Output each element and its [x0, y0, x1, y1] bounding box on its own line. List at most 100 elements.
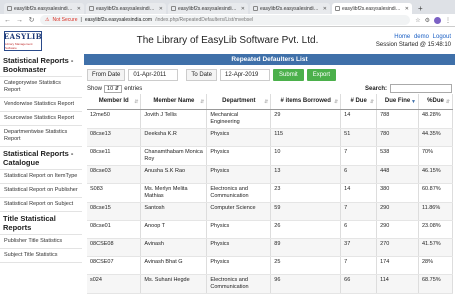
table-row[interactable]: S083 Ms. Merlyn Melita Mathias Electronics… — [87, 183, 454, 203]
column-header[interactable]: %Due ⇵ — [418, 94, 454, 110]
favicon-icon — [7, 6, 12, 11]
table-row[interactable]: s024 Ms. Suhani Hegde Electronics and Comm… — [87, 274, 454, 294]
tab-title: easylibf2s.easysalesindia.com — [96, 5, 157, 12]
table-cell: Physics — [206, 256, 272, 275]
table-cell: Physics — [206, 165, 272, 184]
favicon-icon — [171, 6, 176, 11]
table-cell: 08cse15 — [87, 202, 142, 221]
tab-title: easylibf2s.easysalesindia.com — [342, 5, 403, 12]
to-date-input[interactable]: 12-Apr-2019 — [220, 69, 271, 81]
close-icon[interactable]: ✕ — [241, 6, 245, 12]
table-cell: Ms. Merlyn Melita Mathias — [140, 183, 208, 203]
sidebar-heading: Title Statistical Reports — [3, 214, 56, 232]
table-row[interactable]: 08CSE07 Avinash Bhat G Physics 25 7 174 28% — [87, 256, 454, 275]
table-cell: 14 — [340, 109, 378, 129]
browser-tab[interactable]: easylibf2s.easysalesindia.com ✕ — [250, 3, 330, 14]
search-input[interactable] — [390, 84, 452, 93]
star-icon[interactable]: ☆ — [415, 17, 420, 24]
new-tab-button[interactable]: + — [414, 3, 427, 14]
table-row[interactable]: 08cse01 Anoop T Physics 26 6 290 23.08% — [87, 220, 454, 239]
table-row[interactable]: 08cse11 Chanamthabam Monica Roy Physics 10 7… — [87, 146, 454, 166]
table-cell: 48.28% — [418, 109, 454, 129]
back-icon[interactable]: ← — [4, 17, 11, 24]
export-button[interactable]: Export — [306, 69, 337, 81]
table-row[interactable]: 08cse13 Deeksha K.R Physics 115 51 780 44.35% — [87, 128, 454, 147]
column-header[interactable]: Member Id ⇵ — [87, 94, 142, 110]
table-cell: Mechanical Engineering — [206, 109, 272, 129]
column-header[interactable]: Member Name ⇵ — [140, 94, 208, 110]
table-cell: Physics — [206, 146, 272, 166]
column-header-label: Member Id — [98, 98, 129, 105]
from-date-input[interactable]: 01-Apr-2011 — [128, 69, 179, 81]
browser-tab[interactable]: easylibf2s.easysalesindia.com ✕ — [86, 3, 166, 14]
sidebar-item[interactable]: Statistical Report on Subject — [0, 197, 82, 212]
table-cell: 60.87% — [418, 183, 454, 203]
sidebar-item[interactable]: Statistical Report on Publisher — [0, 183, 82, 197]
sidebar: Statistical Reports - Bookmaster Category… — [0, 54, 82, 305]
table-cell: 115 — [270, 128, 342, 147]
extension-icon[interactable]: ⚙ — [425, 17, 430, 24]
forward-icon[interactable]: → — [16, 17, 23, 24]
sidebar-item[interactable]: Categorywise Statistics Report — [0, 76, 82, 97]
table-cell: Chanamthabam Monica Roy — [140, 146, 208, 166]
sidebar-item[interactable]: Statistical Report on ItemType — [0, 169, 82, 183]
entries-select[interactable]: 10 ⇵ — [104, 84, 123, 93]
table-row[interactable]: 08CSE08 Avinash Physics 89 37 270 41.57% — [87, 238, 454, 257]
table-row[interactable]: 08cse03 Anusha S.K Rao Physics 13 6 448 46.15% — [87, 165, 454, 184]
table-cell: 12me50 — [87, 109, 142, 129]
column-header[interactable]: Department ⇵ — [206, 94, 272, 110]
logout-link[interactable]: Logout — [433, 34, 451, 40]
sidebar-item[interactable]: Subject Title Statistics — [0, 248, 82, 263]
sidebar-item[interactable]: Publisher Title Statistics — [0, 234, 82, 248]
column-header[interactable]: Due Fine ▼ — [376, 94, 419, 110]
close-icon[interactable]: ✕ — [159, 6, 163, 12]
table-row[interactable]: 08cse15 Santosh Computer Science 59 7 290 11.8… — [87, 202, 454, 221]
table-cell: 26 — [270, 220, 342, 239]
table-cell: Physics — [206, 128, 272, 147]
table-cell: 114 — [376, 274, 419, 294]
sort-icon: ⇵ — [333, 99, 339, 105]
close-icon[interactable]: ✕ — [77, 6, 81, 12]
table-cell: 08cse01 — [87, 220, 142, 239]
sidebar-item[interactable]: Vendorwise Statistics Report — [0, 97, 82, 111]
table-cell: 14 — [340, 183, 378, 203]
to-date-label: To Date — [186, 69, 218, 81]
search-label: Search: — [364, 85, 387, 92]
close-icon[interactable]: ✕ — [323, 6, 327, 12]
reload-icon[interactable]: ↻ — [28, 16, 35, 24]
close-icon[interactable]: ✕ — [405, 6, 409, 12]
demo-link[interactable]: demo — [414, 34, 429, 40]
table-cell: 448 — [376, 165, 419, 184]
browser-tab[interactable]: easylibf2s.easysalesindia.com ✕ — [168, 3, 248, 14]
table-cell: 29 — [270, 109, 342, 129]
security-label: Not Secure — [52, 17, 78, 23]
menu-icon[interactable]: ⋮ — [445, 17, 451, 24]
table-cell: 13 — [270, 165, 342, 184]
sidebar-item[interactable]: Sourcewise Statistics Report — [0, 111, 82, 125]
browser-tab[interactable]: easylibf2s.easysalesindia.com ✕ — [4, 3, 84, 14]
browser-tab-bar: easylibf2s.easysalesindia.com ✕ easylibf2s… — [0, 0, 455, 14]
url-field[interactable]: ⚠ Not Secure | easylibf2s.easysalesindia… — [40, 15, 411, 25]
favicon-icon — [335, 6, 340, 11]
tab-title: easylibf2s.easysalesindia.com — [14, 5, 75, 12]
avatar[interactable] — [434, 16, 441, 24]
column-header[interactable]: # items Borrowed ⇵ — [270, 94, 342, 110]
table-cell: 10 — [270, 146, 342, 166]
table-row[interactable]: 12me50 Jovith J Tellis Mechanical Engineer… — [87, 109, 454, 129]
tab-title: easylibf2s.easysalesindia.com — [260, 5, 321, 12]
column-header-label: # items Borrowed — [280, 98, 331, 105]
table-cell: 96 — [270, 274, 342, 294]
home-link[interactable]: Home — [394, 34, 410, 40]
table-cell: Jovith J Tellis — [140, 109, 208, 129]
table-cell: Anoop T — [140, 220, 208, 239]
submit-button[interactable]: Submit — [273, 69, 304, 81]
table-cell: 23.08% — [418, 220, 454, 239]
session-info: Session Started @ 15:48:10 — [375, 41, 451, 48]
table-cell: s024 — [87, 274, 142, 294]
sort-icon: ⇵ — [445, 99, 450, 105]
column-header-label: Due Fine — [384, 98, 411, 105]
sidebar-item[interactable]: Departmentwise Statistics Report — [0, 125, 82, 147]
browser-tab[interactable]: easylibf2s.easysalesindia.com ✕ — [332, 3, 412, 14]
column-header[interactable]: # Due ⇵ — [340, 94, 378, 110]
tab-title: easylibf2s.easysalesindia.com — [178, 5, 239, 12]
